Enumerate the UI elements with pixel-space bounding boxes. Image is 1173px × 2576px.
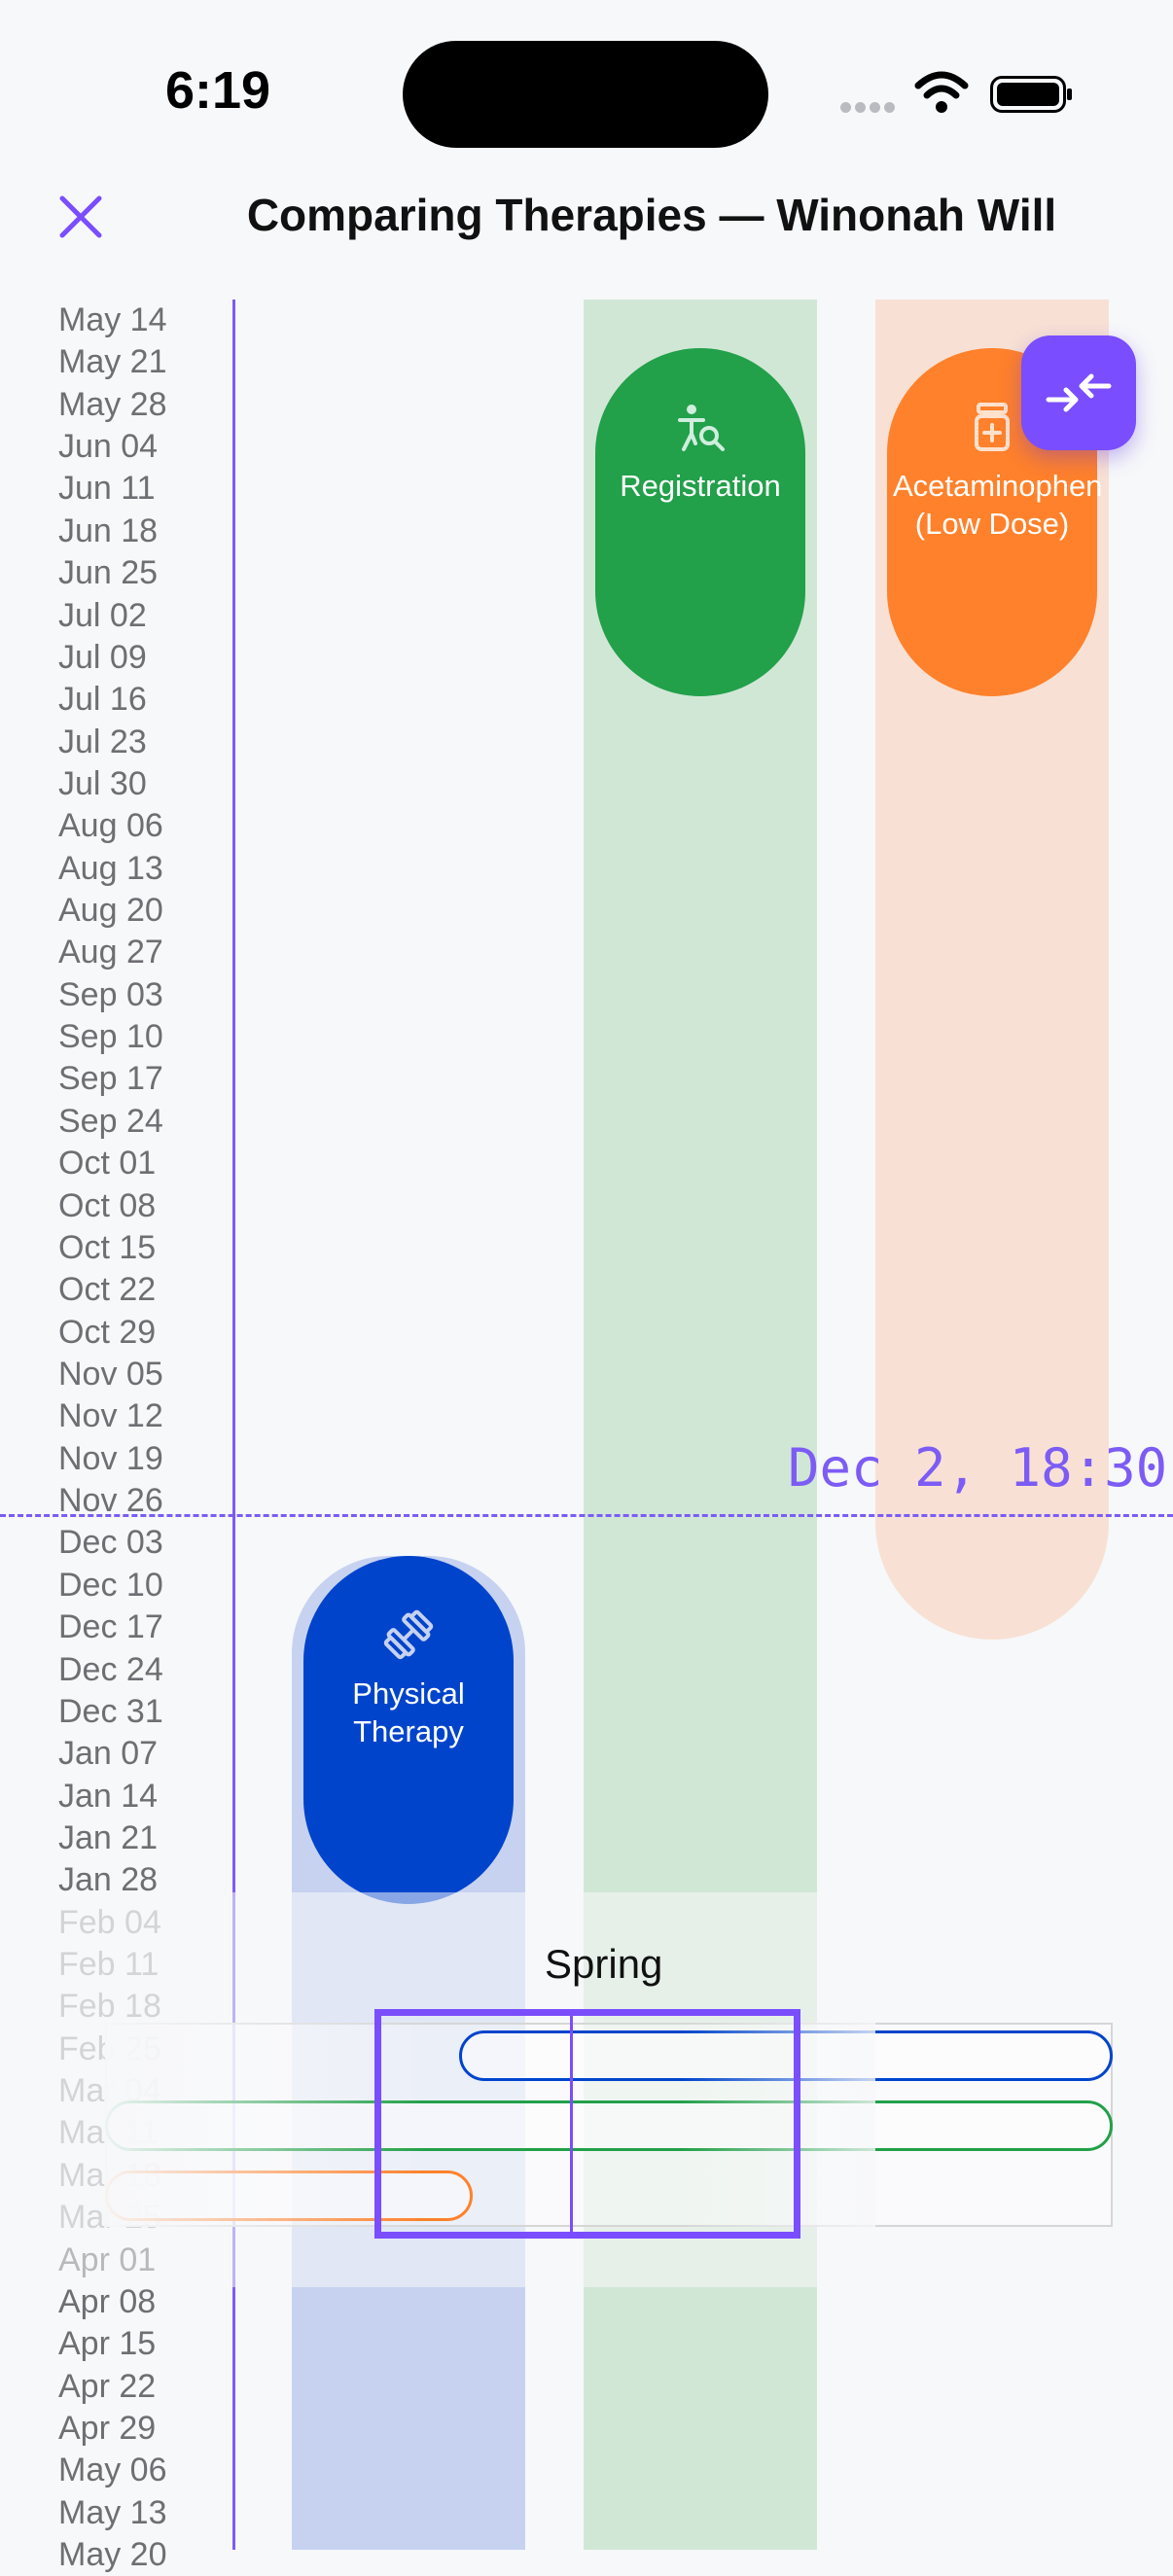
collapse-arrows-icon[interactable] [1021,335,1136,450]
date-label: Oct 15 [58,1228,157,1266]
date-label: Sep 10 [58,1018,163,1056]
date-label: May 21 [58,343,167,381]
date-label: Nov 05 [58,1355,163,1393]
date-label: Jan 07 [58,1735,159,1773]
date-label: Jul 09 [58,638,147,676]
date-label: May 28 [58,385,167,423]
date-label: Jun 04 [58,428,159,466]
date-label: Sep 17 [58,1060,163,1098]
date-label: May 20 [58,2536,167,2574]
date-label: Dec 17 [58,1608,163,1646]
date-label: Apr 22 [58,2367,157,2405]
minimap-viewport[interactable] [374,2009,800,2239]
registration-label: Registration [620,469,781,503]
date-label: Sep 03 [58,975,163,1013]
date-label: Dec 31 [58,1692,163,1730]
cellular-signal-icon [840,100,899,114]
registration-card[interactable]: Registration [595,348,805,696]
date-label: Jul 02 [58,596,147,634]
battery-icon [990,76,1072,113]
date-label: May 06 [58,2452,167,2489]
date-label: Apr 08 [58,2282,157,2320]
date-label: May 13 [58,2493,167,2531]
date-label: Oct 08 [58,1186,157,1224]
date-label: Aug 20 [58,892,163,930]
date-label: Jun 18 [58,512,159,549]
date-label: Oct 29 [58,1313,157,1351]
person-search-icon [678,405,725,451]
date-label: Aug 13 [58,849,163,887]
dumbbell-icon [383,1609,434,1660]
wifi-icon [914,71,969,113]
date-label: Aug 06 [58,807,163,845]
status-time: 6:19 [165,61,271,120]
date-label: Oct 01 [58,1145,157,1182]
date-label: May 14 [58,301,167,338]
date-label: Jan 14 [58,1777,159,1815]
date-label: Dec 24 [58,1650,163,1688]
acetaminophen-label: Acetaminophen (Low Dose) [893,469,1103,541]
date-label: Apr 15 [58,2325,157,2363]
season-label: Spring [545,1941,663,1987]
current-time-line [0,1514,1173,1517]
date-label: Jun 25 [58,554,159,592]
date-label: Sep 24 [58,1102,163,1140]
date-label: Jan 21 [58,1818,159,1856]
date-label: Dec 03 [58,1524,163,1562]
current-time-label: Dec 2, 18:30 [788,1437,1168,1499]
dynamic-island [403,41,768,148]
date-label: Aug 27 [58,934,163,971]
page-title: Comparing Therapies — Winonah Will [246,190,1057,240]
pill-bottle-icon [975,403,1010,451]
physical-therapy-card[interactable]: Physical Therapy [303,1556,514,1904]
physical-therapy-label: Physical Therapy [352,1676,465,1748]
date-label: Jun 11 [58,470,156,508]
date-label: Oct 22 [58,1271,157,1309]
close-icon[interactable] [56,193,105,241]
date-label: Jul 16 [58,681,147,719]
date-label: Dec 10 [58,1566,163,1604]
date-label: Apr 29 [58,2409,157,2447]
date-label: Jul 23 [58,723,147,760]
date-label: Nov 12 [58,1397,163,1435]
date-label: Nov 19 [58,1439,163,1477]
minimap-now-indicator [570,2016,573,2232]
date-label: Jul 30 [58,764,147,802]
